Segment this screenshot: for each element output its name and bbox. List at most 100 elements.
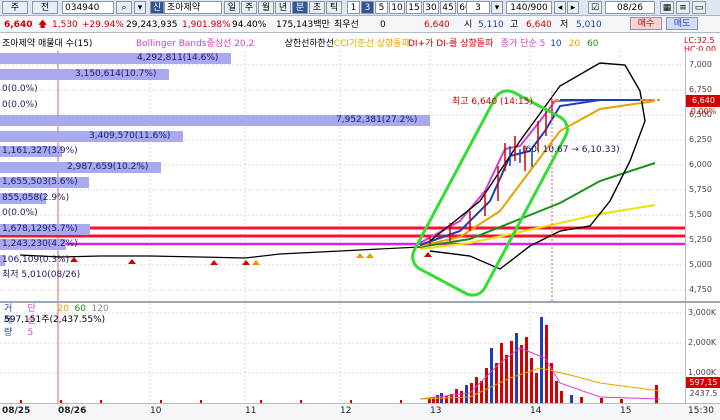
x-axis-label: 10 (150, 406, 162, 416)
x-axis-label: 08/25 (2, 406, 31, 416)
price-axis-current: 6,640 (686, 95, 720, 107)
list-icon[interactable]: ≡ (676, 1, 690, 14)
sell-button[interactable]: 매도 (666, 17, 698, 30)
legend-item: 상한선 (284, 39, 310, 49)
up-arrow-icon: 🡅 (38, 20, 48, 30)
price-axis-tick: 6,750 (689, 85, 712, 94)
period-초[interactable]: 초 (309, 1, 325, 14)
period-주[interactable]: 주 (241, 1, 257, 14)
period-일[interactable]: 일 (224, 1, 240, 14)
volume: 29,243,935 (126, 20, 178, 30)
volume-axis-tick: 3,000K (688, 308, 717, 317)
x-axis-label: 13 (430, 406, 442, 416)
volume-bar (436, 395, 439, 403)
legend-item: CCI기준선 상향돌파 (333, 39, 410, 49)
period-틱[interactable]: 틱 (326, 1, 342, 14)
legend-item: DI+가 DI-를 상향돌파 (408, 39, 494, 49)
chart-legend: 조아제약 매물대 수(15) Bollinger Bands중심선 20,2 상한… (0, 36, 720, 54)
pref-label: 최우선 (334, 20, 359, 30)
volume-bar (540, 317, 543, 403)
volume-bar (545, 325, 548, 403)
price-axis-tick: 6,000 (689, 160, 712, 169)
volume-axis-current: 597,15 (686, 377, 720, 388)
current-price: 6,640 (4, 20, 33, 30)
high-price: 6,640 (526, 20, 552, 30)
interval-1[interactable]: 1 (347, 1, 360, 14)
volume-bar (570, 395, 573, 403)
volume-bar (475, 377, 478, 403)
period-월[interactable]: 월 (258, 1, 274, 14)
prev-icon[interactable]: ◂ (554, 1, 566, 14)
price-axis-tick: 5,250 (689, 235, 712, 244)
count-input[interactable]: 3 (466, 1, 490, 14)
x-axis: 08/25 08/26 10 11 12 13 14 15 15:30 (0, 403, 720, 420)
price-axis-pct: 0.00% (690, 107, 717, 116)
legend-item: Bollinger Bands중심선 20,2 (136, 39, 255, 49)
interval-5[interactable]: 5 (375, 1, 388, 14)
price-axis-tick: 5,000 (689, 260, 712, 269)
x-axis-label: 12 (340, 406, 352, 416)
price-axis-tick: 4,750 (689, 285, 712, 294)
market-select[interactable]: 전 (32, 1, 58, 14)
buy-button[interactable]: 매수 (630, 17, 662, 30)
volume-bar (455, 389, 458, 403)
price-axis-tick: 7,000 (689, 60, 712, 69)
next-icon[interactable]: ▸ (567, 1, 579, 14)
volume-bar (515, 333, 518, 403)
count-dropdown-icon[interactable]: ▾ (491, 1, 503, 14)
price-axis-tick: 5,500 (689, 210, 712, 219)
volume-bar (560, 391, 563, 403)
price-axis-tick: 5,750 (689, 185, 712, 194)
window-icon[interactable]: ▭ (692, 1, 706, 14)
high-annotation: 최고 6,640 (14:15) (452, 97, 534, 107)
x-axis-label: 08/26 (58, 406, 87, 416)
open-price: 5,110 (478, 20, 504, 30)
volume-value: 597,151주(2,437.55%) (4, 315, 106, 325)
quote-bar: 6,640 🡅 1,530 +29.94% 29,243,935 1,901.9… (0, 16, 720, 33)
toolbar: 주 전 034940 ⌕ ▾ 신 조아제약 일주월년분초틱 1 3 5 10 15 30 4… (0, 0, 720, 16)
change-amount: 1,530 (52, 20, 78, 30)
pager: 140/900 (506, 1, 552, 14)
volume-axis-tick: 2,000K (688, 338, 717, 347)
highlight-box (411, 89, 569, 297)
volume-axis-current2: 2437.5 (689, 389, 718, 398)
legend-item: 10 (550, 39, 562, 49)
legend-item: 하한선 (309, 39, 335, 49)
period-분[interactable]: 분 (292, 1, 308, 14)
low-price: 5,010 (576, 20, 602, 30)
credit-badge: 신 (150, 1, 164, 14)
volume-axis: 3,000K 2,000K 1,000K 597,15 2437.5 (685, 303, 720, 403)
x-axis-label: 15 (620, 406, 632, 416)
volume-bar (535, 373, 538, 403)
interval-3[interactable]: 3 (361, 1, 374, 14)
volume-bar (525, 337, 528, 403)
settings-icon[interactable]: ▾ (134, 1, 146, 14)
volume-bar (555, 381, 558, 403)
change-pct: +29.94% (82, 20, 124, 30)
legend-stock: 조아제약 매물대 수(15) (2, 39, 93, 49)
volume-bar (490, 348, 493, 403)
checkbox-icon[interactable]: ☑ (588, 1, 602, 14)
high-label: 고 (510, 20, 519, 30)
x-axis-label: 15:30 (688, 406, 714, 416)
signal-arrows (70, 252, 432, 265)
pref-value: 0 (380, 20, 386, 30)
interval-10[interactable]: 10 (389, 1, 405, 14)
trade-amount: 175,143백만 (276, 20, 330, 30)
price-axis-tick: 6,250 (689, 135, 712, 144)
volume-bar (445, 396, 448, 403)
search-icon[interactable]: ⌕ (116, 1, 132, 14)
interval-30[interactable]: 30 (423, 1, 439, 14)
calendar-icon[interactable]: ▦ (660, 1, 674, 14)
low-label: 저 (560, 20, 569, 30)
volume-bar (495, 363, 498, 403)
menu-button[interactable]: 주 (2, 1, 28, 14)
interval-45[interactable]: 45 (440, 1, 456, 14)
period-년[interactable]: 년 (275, 1, 291, 14)
indicator-overlay (19, 62, 660, 301)
strength: 94.40% (232, 20, 267, 30)
x-axis-label: 14 (530, 406, 542, 416)
interval-15[interactable]: 15 (406, 1, 422, 14)
stock-code-input[interactable]: 034940 (62, 1, 114, 14)
date-field[interactable]: 08/26 (605, 1, 655, 14)
